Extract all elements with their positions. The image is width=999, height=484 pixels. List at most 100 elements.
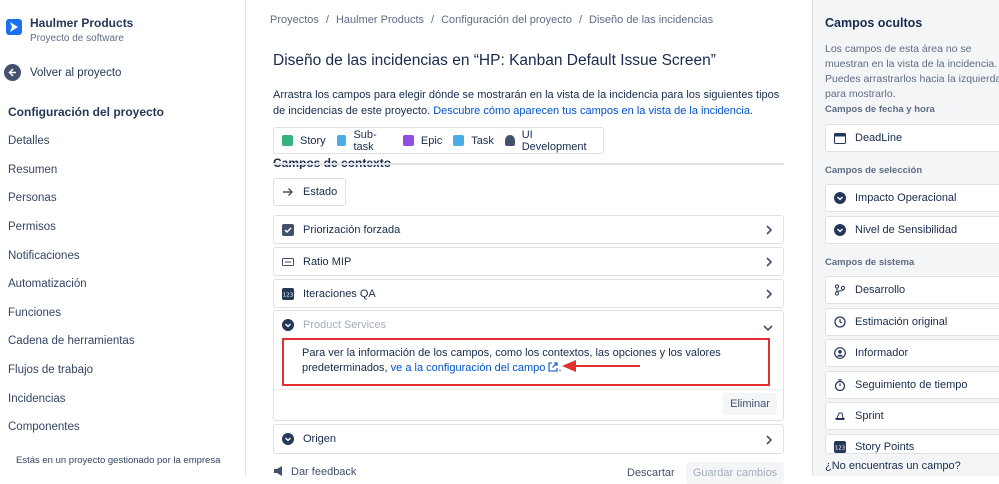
issue-type-epic: Epic <box>402 135 442 147</box>
task-icon <box>453 135 465 146</box>
category-title: Campos de selección <box>825 165 923 176</box>
managed-project-note: Estás en un proyecto gestionado por la e… <box>16 455 221 466</box>
save-changes-button[interactable]: Guardar cambios <box>686 462 784 484</box>
select-field-icon <box>282 433 294 445</box>
category-title: Campos de fecha y hora <box>825 104 935 115</box>
field-row-ratio-mip[interactable]: Ratio MIP <box>273 247 784 276</box>
breadcrumb-separator: / <box>325 14 329 26</box>
breadcrumb-project[interactable]: Haulmer Products <box>336 14 424 26</box>
nav-item-permisos[interactable]: Permisos <box>8 221 56 233</box>
annotation-arrow-icon <box>562 360 640 372</box>
feedback-button[interactable]: Dar feedback <box>273 465 356 478</box>
megaphone-icon <box>274 466 282 476</box>
sprint-icon <box>834 410 846 422</box>
expanded-field-header[interactable]: Product Services <box>282 319 386 331</box>
divider <box>273 163 784 165</box>
project-name: Haulmer Products <box>30 16 134 30</box>
ui-development-icon <box>504 135 515 146</box>
nav-item-funciones[interactable]: Funciones <box>8 307 61 319</box>
field-info-message: Para ver la información de los campos, c… <box>302 347 721 374</box>
chevron-right-icon[interactable] <box>765 257 773 270</box>
hidden-fields-panel: Campos ocultos Los campos de esta área n… <box>812 0 999 476</box>
external-link-icon <box>548 362 559 372</box>
select-field-icon <box>834 192 846 204</box>
remove-field-button[interactable]: Eliminar <box>723 393 777 415</box>
number-field-icon: 123 <box>834 441 846 453</box>
field-row-iteraciones-qa[interactable]: 123 Iteraciones QA <box>273 279 784 308</box>
svg-text:123: 123 <box>835 446 846 452</box>
hidden-fields-title: Campos ocultos <box>825 16 923 30</box>
subtask-icon <box>336 135 347 146</box>
stopwatch-icon <box>834 379 846 391</box>
nav-item-automatizacion[interactable]: Automatización <box>8 278 87 290</box>
discard-button[interactable]: Descartar <box>627 467 675 479</box>
clock-icon <box>834 316 846 328</box>
project-sidebar: Haulmer Products Proyecto de software Vo… <box>0 0 246 476</box>
breadcrumb-separator: / <box>431 14 435 26</box>
breadcrumb: Proyectos / Haulmer Products / Configura… <box>270 14 713 26</box>
issue-type-task: Task <box>453 135 494 147</box>
learn-more-link[interactable]: Descubre cómo aparecen tus campos en la … <box>433 105 753 117</box>
arrow-left-icon <box>4 64 21 81</box>
user-icon <box>834 347 846 359</box>
field-label: Ratio MIP <box>303 255 352 268</box>
category-title: Campos de sistema <box>825 257 915 268</box>
hidden-field-deadline[interactable]: DeadLine <box>825 124 999 152</box>
epic-icon <box>402 135 414 146</box>
story-icon <box>282 135 293 146</box>
nav-item-personas[interactable]: Personas <box>8 192 57 204</box>
branch-icon <box>834 284 846 296</box>
svg-text:123: 123 <box>283 292 294 298</box>
field-row-priorizacion[interactable]: Priorización forzada <box>273 215 784 244</box>
nav-item-resumen[interactable]: Resumen <box>8 164 57 176</box>
chevron-right-icon[interactable] <box>765 289 773 302</box>
nav-item-detalles[interactable]: Detalles <box>8 135 50 147</box>
breadcrumb-proyectos[interactable]: Proyectos <box>270 14 319 26</box>
nav-item-cadena-herramientas[interactable]: Cadena de herramientas <box>8 335 135 347</box>
nav-item-incidencias[interactable]: Incidencias <box>8 393 66 405</box>
page-title: Diseño de las incidencias en “HP: Kanban… <box>273 52 716 69</box>
chevron-down-icon[interactable] <box>763 321 773 335</box>
estado-field[interactable]: Estado <box>273 178 346 206</box>
divider <box>274 389 783 390</box>
back-label: Volver al proyecto <box>30 66 122 79</box>
hidden-fields-description: Los campos de esta área no se muestran e… <box>825 43 999 100</box>
nav-section-title: Configuración del proyecto <box>8 105 165 119</box>
chevron-right-icon[interactable] <box>765 225 773 238</box>
breadcrumb-config[interactable]: Configuración del proyecto <box>441 14 572 26</box>
back-to-project-button[interactable]: Volver al proyecto <box>4 64 121 81</box>
calendar-icon <box>834 132 846 144</box>
project-type: Proyecto de software <box>30 33 124 44</box>
hidden-field-desarrollo[interactable]: Desarrollo <box>825 276 999 304</box>
number-field-icon: 123 <box>282 287 294 300</box>
select-field-icon <box>282 319 294 331</box>
chevron-right-icon[interactable] <box>765 435 773 448</box>
hidden-field-impacto[interactable]: Impacto Operacional <box>825 184 999 212</box>
hidden-field-seguimiento[interactable]: Seguimiento de tiempo <box>825 371 999 399</box>
issue-type-subtask: Sub-task <box>336 129 392 153</box>
issue-type-story: Story <box>282 135 326 147</box>
select-field-icon <box>834 224 846 236</box>
field-label: Iteraciones QA <box>303 287 376 300</box>
text-field-icon <box>282 256 294 268</box>
estado-label: Estado <box>303 186 338 198</box>
hidden-field-sprint[interactable]: Sprint <box>825 402 999 430</box>
missing-field-link[interactable]: ¿No encuentras un campo? <box>825 460 961 472</box>
nav-item-componentes[interactable]: Componentes <box>8 421 80 433</box>
breadcrumb-separator: / <box>578 14 583 26</box>
checkbox-icon <box>282 223 294 236</box>
expanded-field-label: Product Services <box>303 319 387 331</box>
hidden-field-nivel-sensibilidad[interactable]: Nivel de Sensibilidad <box>825 216 999 244</box>
issue-types-bar: Story Sub-task Epic Task UI Development <box>273 127 604 154</box>
field-row-origen[interactable]: Origen <box>273 424 784 454</box>
nav-item-notificaciones[interactable]: Notificaciones <box>8 250 80 262</box>
field-config-link[interactable]: ve a la configuración del campo <box>391 362 559 374</box>
arrow-right-icon <box>282 186 294 198</box>
nav-item-flujos-trabajo[interactable]: Flujos de trabajo <box>8 364 93 376</box>
page-description: Arrastra los campos para elegir dónde se… <box>273 87 793 119</box>
hidden-field-informador[interactable]: Informador <box>825 339 999 367</box>
breadcrumb-layout[interactable]: Diseño de las incidencias <box>589 14 713 26</box>
hidden-field-estimacion[interactable]: Estimación original <box>825 308 999 336</box>
hidden-field-story-points[interactable]: 123 Story Points <box>825 434 999 454</box>
issue-type-ui-development: UI Development <box>504 129 592 153</box>
